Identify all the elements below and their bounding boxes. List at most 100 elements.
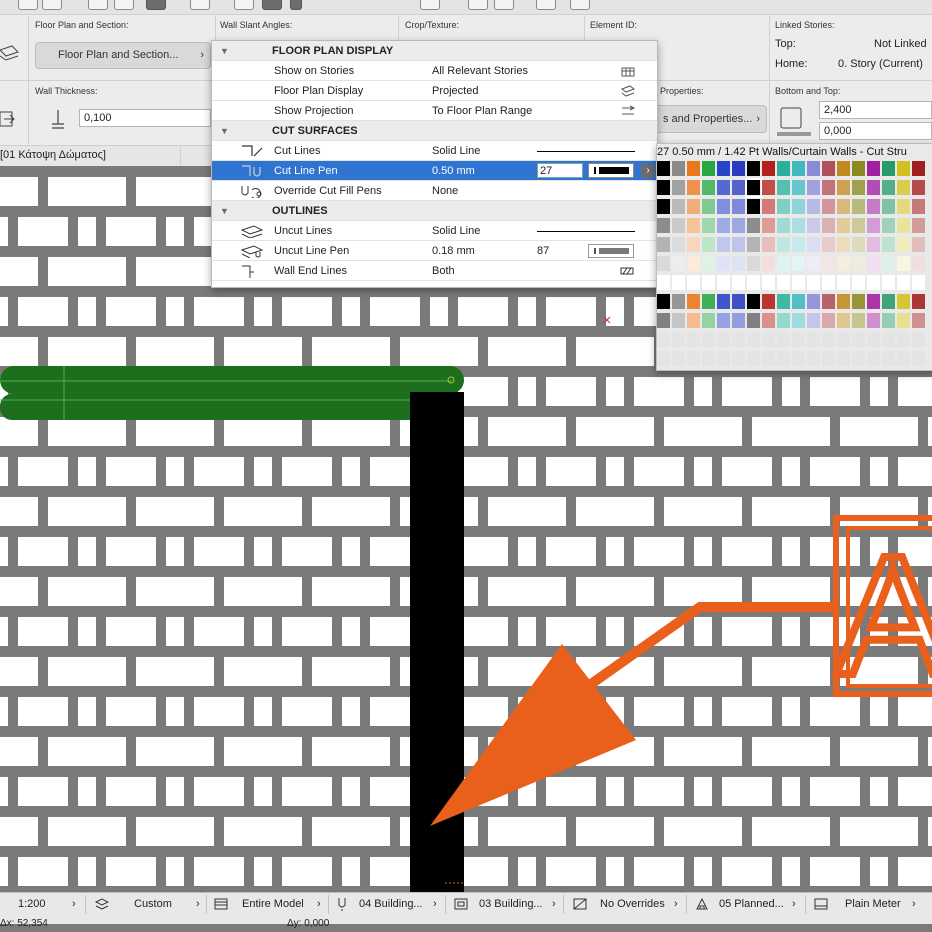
pen-swatch[interactable] — [912, 237, 926, 253]
pen-swatch[interactable] — [672, 294, 686, 310]
pen-swatch[interactable] — [717, 237, 731, 253]
pen-swatch[interactable] — [717, 351, 731, 367]
pen-swatch[interactable] — [837, 275, 851, 291]
pen-swatch[interactable] — [822, 370, 836, 371]
panel-row[interactable]: Show Projection To Floor Plan Range — [212, 101, 657, 121]
pen-swatch[interactable] — [687, 332, 701, 348]
pen-swatch[interactable] — [777, 332, 791, 348]
pen-swatch[interactable] — [687, 180, 701, 196]
pen-swatch[interactable] — [762, 256, 776, 272]
pen-swatch[interactable] — [747, 199, 761, 215]
pen-swatch[interactable] — [912, 332, 926, 348]
pen-swatch[interactable] — [687, 275, 701, 291]
pen-swatch[interactable] — [687, 313, 701, 329]
properties-button[interactable]: s and Properties... › — [646, 105, 767, 133]
pen-swatch[interactable] — [732, 218, 746, 234]
pen-swatch[interactable] — [807, 218, 821, 234]
pen-swatch[interactable] — [792, 161, 806, 177]
pen-swatch[interactable] — [762, 180, 776, 196]
pen-swatch[interactable] — [747, 351, 761, 367]
pen-swatch[interactable] — [882, 275, 896, 291]
pen-swatch[interactable] — [702, 370, 716, 371]
tool-icon-selected[interactable] — [290, 0, 302, 10]
panel-row[interactable]: Floor Plan Display Projected — [212, 81, 657, 101]
pen-swatch[interactable] — [822, 275, 836, 291]
pen-swatch[interactable] — [852, 199, 866, 215]
pen-swatch[interactable] — [867, 180, 881, 196]
pen-swatch[interactable] — [672, 332, 686, 348]
pen-swatch[interactable] — [912, 351, 926, 367]
pen-swatch[interactable] — [777, 294, 791, 310]
pen-swatch[interactable] — [747, 237, 761, 253]
pen-swatch[interactable] — [762, 351, 776, 367]
pen-swatch[interactable] — [717, 199, 731, 215]
panel-row[interactable]: Uncut Line Pen 0.18 mm 87 — [212, 241, 657, 261]
pen-swatch[interactable] — [852, 161, 866, 177]
pen-swatch[interactable] — [777, 237, 791, 253]
pen-swatch[interactable] — [717, 161, 731, 177]
pen-swatch[interactable] — [807, 370, 821, 371]
pen-swatch[interactable] — [747, 275, 761, 291]
pen-swatch[interactable] — [702, 161, 716, 177]
panel-section-header[interactable]: ▼ FLOOR PLAN DISPLAY — [212, 41, 657, 61]
pen-swatch[interactable] — [777, 275, 791, 291]
pen-swatch[interactable] — [882, 294, 896, 310]
pen-swatch[interactable] — [882, 199, 896, 215]
pen-swatch[interactable] — [732, 237, 746, 253]
story-tab[interactable]: [01 Κάτοψη Δώματος] — [0, 149, 106, 161]
tool-icon[interactable] — [570, 0, 590, 10]
pen-swatch[interactable] — [747, 161, 761, 177]
pen-swatch[interactable] — [867, 237, 881, 253]
pen-swatch[interactable] — [732, 332, 746, 348]
tool-icon[interactable] — [88, 0, 108, 10]
pen-swatch[interactable] — [657, 275, 671, 291]
pen-swatch[interactable] — [852, 332, 866, 348]
pen-swatch[interactable] — [777, 199, 791, 215]
pen-swatch[interactable] — [792, 256, 806, 272]
pen-swatch[interactable] — [852, 256, 866, 272]
pen-swatch[interactable] — [867, 199, 881, 215]
pen-swatch[interactable] — [807, 294, 821, 310]
pen-swatch[interactable] — [837, 294, 851, 310]
pen-swatch[interactable] — [822, 313, 836, 329]
pen-swatch[interactable] — [867, 256, 881, 272]
pen-swatch[interactable] — [672, 218, 686, 234]
renovation-button[interactable]: 05 Planned... — [719, 896, 784, 913]
pen-swatch[interactable] — [702, 237, 716, 253]
green-wall-lower[interactable] — [0, 394, 437, 420]
pen-swatch[interactable] — [762, 161, 776, 177]
pen-swatch[interactable] — [912, 199, 926, 215]
pen-swatch[interactable] — [702, 180, 716, 196]
pen-swatch[interactable] — [657, 161, 671, 177]
pen-swatch[interactable] — [657, 237, 671, 253]
pen-swatch[interactable] — [912, 275, 926, 291]
pen-swatch[interactable] — [792, 275, 806, 291]
pen-swatch[interactable] — [807, 313, 821, 329]
pen-swatch[interactable] — [672, 199, 686, 215]
model-view-button[interactable]: Entire Model — [242, 896, 304, 913]
pen-swatch[interactable] — [747, 332, 761, 348]
pen-swatch[interactable] — [762, 218, 776, 234]
pen-swatch[interactable] — [867, 275, 881, 291]
pen-number-input[interactable]: 27 — [537, 163, 583, 178]
pen-swatch[interactable] — [717, 313, 731, 329]
dimension-button[interactable]: Plain Meter — [845, 896, 901, 913]
pen-swatch[interactable] — [657, 313, 671, 329]
panel-row[interactable]: Cut Lines Solid Line — [212, 141, 657, 161]
top-link-value[interactable]: Not Linked — [874, 38, 927, 50]
pen-swatch[interactable] — [822, 199, 836, 215]
pen-swatch[interactable] — [702, 332, 716, 348]
pen-swatch[interactable] — [897, 313, 911, 329]
pen-swatch[interactable] — [852, 351, 866, 367]
pen-swatch[interactable] — [807, 180, 821, 196]
pen-swatch[interactable] — [822, 256, 836, 272]
panel-section-header[interactable]: ▼ OUTLINES — [212, 201, 657, 221]
tool-icon[interactable] — [18, 0, 38, 10]
pen-swatch[interactable] — [672, 180, 686, 196]
pen-swatch[interactable] — [837, 313, 851, 329]
pen-swatch[interactable] — [657, 370, 671, 371]
pen-swatch[interactable] — [822, 237, 836, 253]
pen-swatch[interactable] — [747, 294, 761, 310]
pen-swatch[interactable] — [687, 294, 701, 310]
tool-icon[interactable] — [114, 0, 134, 10]
